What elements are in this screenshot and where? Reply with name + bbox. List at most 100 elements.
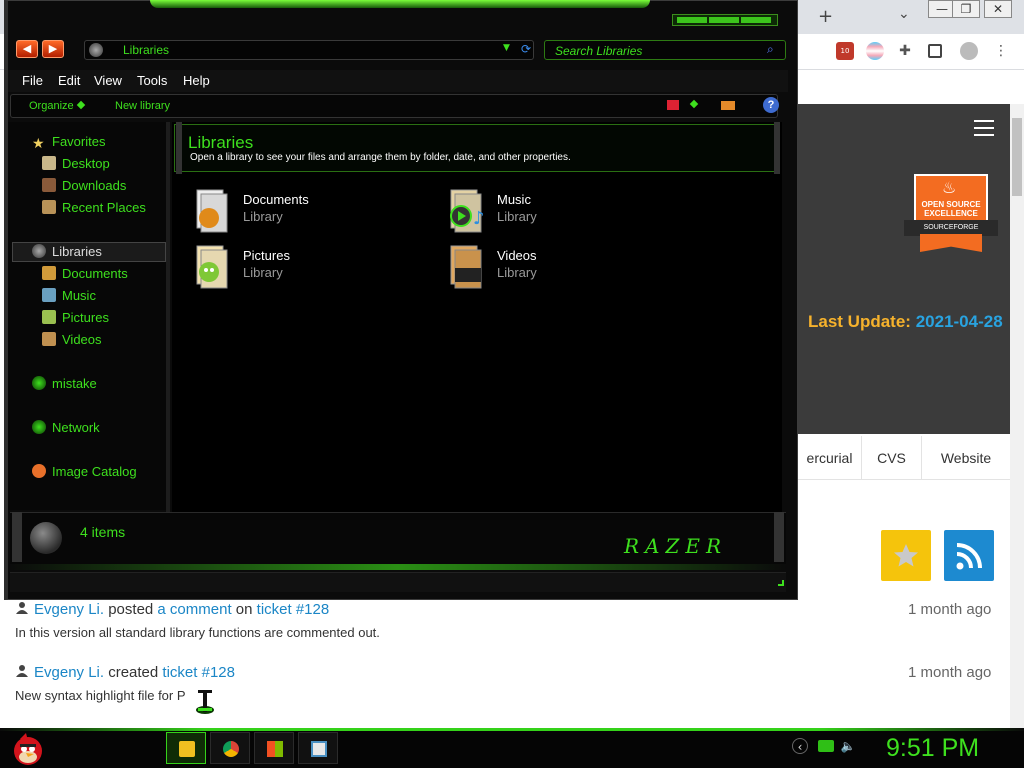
- forward-arrow-icon[interactable]: ▶: [42, 40, 64, 58]
- nav-recent-places[interactable]: Recent Places: [42, 200, 146, 215]
- back-arrow-icon[interactable]: ◀: [16, 40, 38, 58]
- nav-favorites[interactable]: ★ Favorites: [32, 134, 105, 150]
- banner-title: Libraries: [188, 133, 254, 152]
- chevron-down-icon[interactable]: ⌄: [898, 6, 910, 22]
- star-button[interactable]: [881, 530, 931, 581]
- close-button[interactable]: ✕: [984, 0, 1012, 18]
- search-input[interactable]: Search Libraries ⌕: [544, 40, 786, 60]
- feed-object-link[interactable]: a comment: [157, 601, 231, 618]
- text-cursor-icon: [196, 690, 214, 714]
- tab-website[interactable]: Website: [922, 436, 1010, 480]
- view-options-icon[interactable]: [667, 100, 679, 110]
- network-icon: [32, 420, 46, 434]
- nav-pictures[interactable]: Pictures: [42, 310, 109, 325]
- nav-downloads[interactable]: Downloads: [42, 178, 126, 193]
- nav-recent-places-label: Recent Places: [62, 200, 146, 215]
- start-button-angry-bird-icon[interactable]: [8, 729, 48, 767]
- taskbar-app[interactable]: [298, 732, 338, 764]
- menu-edit[interactable]: Edit: [58, 73, 80, 88]
- search-placeholder: Search Libraries: [555, 44, 643, 58]
- plus-icon[interactable]: +: [818, 6, 836, 27]
- nav-network[interactable]: Network: [32, 420, 100, 435]
- nav-music[interactable]: Music: [42, 288, 96, 303]
- new-library-button[interactable]: New library: [115, 100, 170, 112]
- address-row: ◀ ▶ Libraries ▼ ⟳ Search Libraries ⌕: [8, 38, 788, 62]
- puzzle-icon[interactable]: ✚: [896, 42, 914, 60]
- taskbar-clock[interactable]: 9:51 PM: [886, 734, 979, 763]
- organize-button[interactable]: Organize: [29, 100, 85, 112]
- window-controls[interactable]: [672, 14, 778, 26]
- recent-places-icon: [42, 200, 56, 214]
- feed-time: 1 month ago: [908, 601, 992, 618]
- tab-cvs[interactable]: CVS: [862, 436, 922, 480]
- user-icon: [15, 601, 29, 615]
- feed-action: created: [104, 664, 163, 681]
- taskbar-chrome[interactable]: [210, 732, 250, 764]
- address-dropdown-icon[interactable]: ▼: [503, 43, 510, 53]
- close-control[interactable]: [741, 17, 771, 23]
- scrollbar-thumb[interactable]: [1012, 118, 1022, 196]
- flag-extension-icon[interactable]: [866, 42, 884, 60]
- maximize-control[interactable]: [709, 17, 739, 23]
- help-button[interactable]: ?: [763, 97, 779, 113]
- kebab-menu-icon[interactable]: ⋮: [992, 42, 1010, 60]
- star-icon: ★: [32, 135, 45, 151]
- menu-help[interactable]: Help: [183, 73, 210, 88]
- rss-button[interactable]: [944, 530, 994, 581]
- profile-icon[interactable]: [960, 42, 978, 60]
- library-name: Videos: [497, 248, 537, 263]
- nav-homegroup[interactable]: mistake: [32, 376, 97, 391]
- library-music[interactable]: ♪ Music Library: [447, 188, 667, 236]
- banner-edge: [176, 122, 182, 174]
- library-pictures[interactable]: Pictures Library: [193, 244, 413, 292]
- nav-libraries-label: Libraries: [52, 244, 102, 259]
- music-library-icon: ♪: [450, 189, 485, 233]
- menu-tools[interactable]: Tools: [137, 73, 167, 88]
- videos-icon: [42, 332, 56, 346]
- taskbar-explorer[interactable]: [166, 732, 206, 764]
- address-bar[interactable]: Libraries ▼ ⟳: [84, 40, 534, 60]
- site-tabs: ercurial CVS Website: [798, 436, 1010, 480]
- nav-image-catalog[interactable]: Image Catalog: [32, 464, 137, 479]
- downloads-icon: [42, 178, 56, 192]
- nav-pictures-label: Pictures: [62, 310, 109, 325]
- feed-target-link[interactable]: ticket #128: [162, 664, 235, 681]
- menu-view[interactable]: View: [94, 73, 122, 88]
- sidepanel-icon[interactable]: [928, 44, 942, 58]
- documents-library-icon: [196, 189, 228, 233]
- scrollbar[interactable]: [1010, 104, 1024, 728]
- menu-file[interactable]: File: [22, 73, 43, 88]
- view-dropdown-icon[interactable]: [689, 99, 699, 109]
- minimize-control[interactable]: [677, 17, 707, 23]
- razer-logo: RAZER: [624, 534, 728, 558]
- taskbar-windows[interactable]: [254, 732, 294, 764]
- feed-user-link[interactable]: Evgeny Li.: [34, 601, 104, 618]
- command-bar: Organize New library ?: [10, 94, 779, 118]
- tray-expand-icon[interactable]: ‹: [792, 738, 808, 754]
- resize-grip-icon[interactable]: [778, 580, 784, 586]
- refresh-icon[interactable]: ⟳: [521, 42, 531, 56]
- volume-icon[interactable]: 🔈: [840, 738, 856, 754]
- feed-item: Evgeny Li. posted a comment on ticket #1…: [15, 601, 329, 618]
- hamburger-menu-icon[interactable]: [974, 120, 994, 136]
- nav-desktop-label: Desktop: [62, 156, 110, 171]
- search-icon[interactable]: ⌕: [767, 42, 774, 57]
- pane-separator[interactable]: [166, 122, 170, 512]
- nav-libraries[interactable]: Libraries: [32, 244, 102, 259]
- library-documents[interactable]: Documents Library: [193, 188, 413, 236]
- nav-desktop[interactable]: Desktop: [42, 156, 110, 171]
- feed-user-link[interactable]: Evgeny Li.: [34, 664, 104, 681]
- preview-pane-icon[interactable]: [721, 101, 735, 110]
- star-icon: [894, 544, 918, 567]
- badge-tail: [920, 234, 982, 252]
- extension-icon[interactable]: 10: [836, 42, 854, 60]
- nav-documents[interactable]: Documents: [42, 266, 128, 281]
- nav-downloads-label: Downloads: [62, 178, 127, 193]
- restore-button[interactable]: ❐: [952, 0, 980, 18]
- tab-mercurial[interactable]: ercurial: [798, 436, 862, 480]
- network-tray-icon[interactable]: [818, 740, 834, 752]
- library-videos[interactable]: Videos Library: [447, 244, 667, 292]
- feed-target-link[interactable]: ticket #128: [257, 601, 330, 618]
- svg-text:♪: ♪: [473, 208, 485, 229]
- nav-videos[interactable]: Videos: [42, 332, 102, 347]
